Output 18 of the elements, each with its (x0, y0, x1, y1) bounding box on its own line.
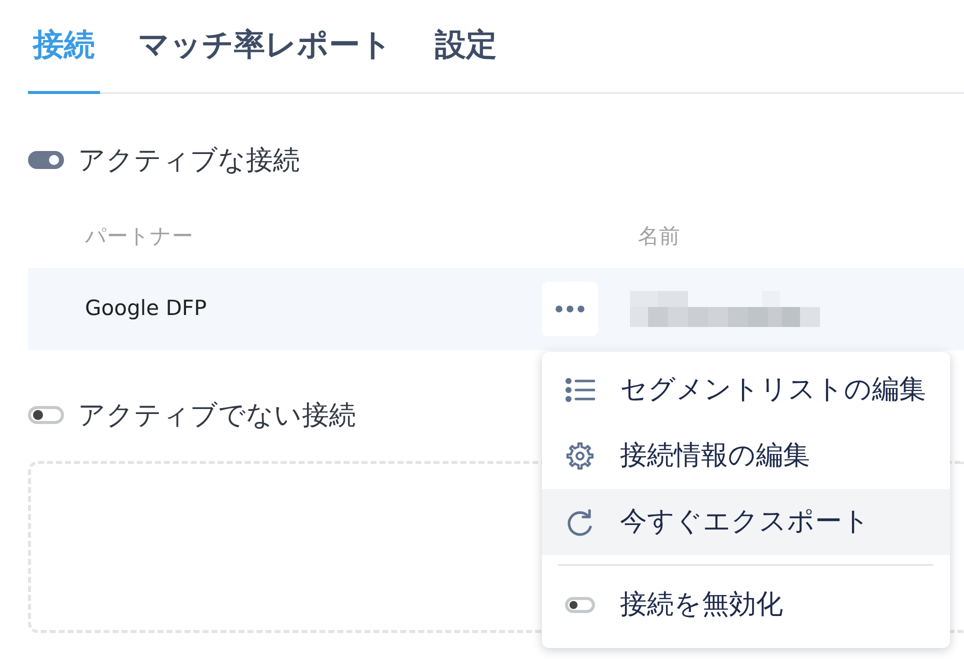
ellipsis-icon (555, 305, 585, 313)
gear-icon (565, 442, 595, 470)
menu-item[interactable]: 今すぐエクスポート (542, 489, 950, 555)
toggle-switch[interactable] (28, 151, 64, 169)
column-header: 名前 (638, 224, 680, 248)
table-cell: Google DFP (85, 296, 207, 320)
menu-item[interactable]: 接続情報の編集 (542, 423, 950, 489)
toggle-switch[interactable] (28, 406, 64, 424)
tab[interactable]: 設定 (430, 0, 502, 94)
section-title: アクティブでない接続 (78, 402, 356, 428)
refresh-icon (565, 508, 595, 536)
section-title: アクティブな接続 (78, 146, 300, 174)
menu-item[interactable]: 接続を無効化 (542, 572, 950, 638)
column-header: パートナー (85, 224, 193, 248)
tab[interactable]: マッチ率レポート (133, 0, 397, 94)
menu-item[interactable]: セグメントリストの編集 (542, 357, 950, 423)
list-icon (565, 376, 595, 404)
more-button[interactable] (542, 282, 598, 336)
